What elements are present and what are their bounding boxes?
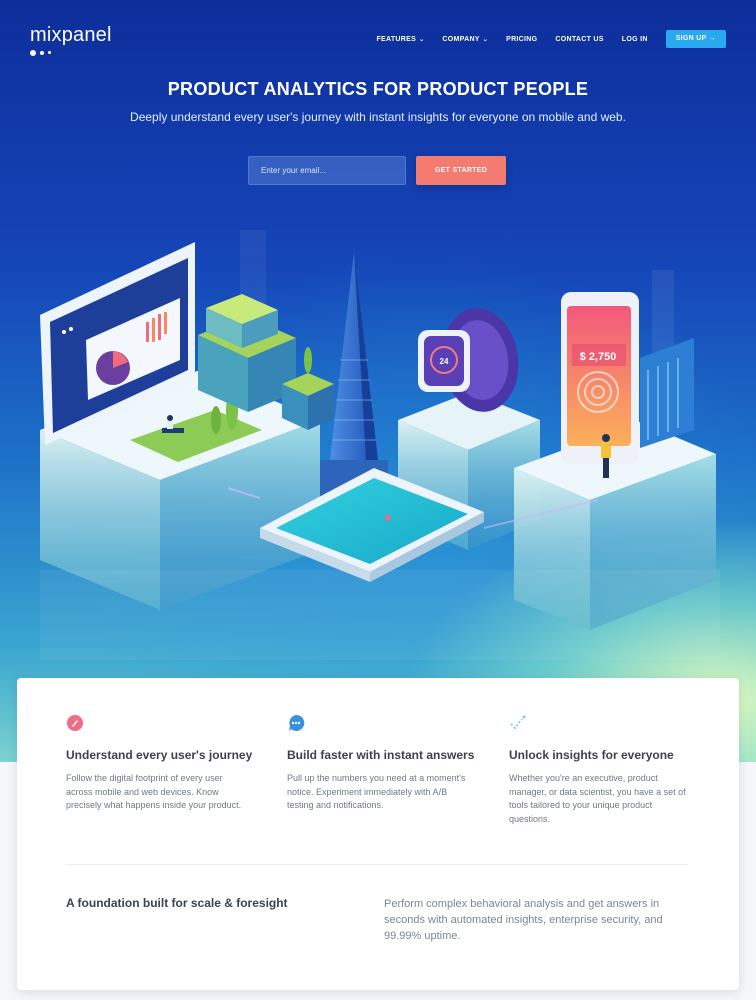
checkmark-icon: [510, 715, 526, 730]
pen-icon: [67, 715, 83, 731]
get-started-button[interactable]: GET STARTED: [416, 156, 506, 185]
nav-contact-us[interactable]: CONTACT US: [555, 36, 603, 43]
nav-label: COMPANY: [442, 35, 480, 43]
feature-title: Understand every user's journey: [66, 748, 253, 762]
watch-value: 24: [440, 357, 449, 366]
foundation-description: Perform complex behavioral analysis and …: [384, 898, 663, 942]
logo-text: mixpanel: [30, 24, 112, 46]
feature-description: Pull up the numbers you need at a moment…: [287, 773, 466, 810]
feature-title: Unlock insights for everyone: [509, 748, 674, 762]
nav-label: LOG IN: [621, 35, 648, 43]
hero-subtitle: Deeply understand every user's journey w…: [130, 110, 626, 124]
phone-value: $ 2,750: [580, 351, 617, 363]
logo-dots: [30, 44, 55, 62]
foundation-title: A foundation built for scale & foresight: [66, 896, 288, 910]
hero-illustration: 24 $ 2,750: [40, 230, 720, 660]
nav-company[interactable]: COMPANY ⌄: [442, 36, 488, 43]
features-card: Understand every user's journey Follow t…: [17, 678, 739, 990]
feature-description: Whether you're an executive, product man…: [509, 773, 686, 824]
nav-log-in[interactable]: LOG IN: [622, 36, 648, 43]
chat-icon: [289, 714, 305, 731]
email-input[interactable]: Enter your email...: [248, 156, 406, 185]
hero-title: PRODUCT ANALYTICS FOR PRODUCT PEOPLE: [167, 79, 589, 99]
nav-features[interactable]: FEATURES ⌄: [376, 36, 424, 43]
feature-title: Build faster with instant answers: [287, 748, 475, 762]
chevron-down-icon: ⌄: [419, 36, 425, 43]
nav-pricing[interactable]: PRICING: [506, 36, 537, 43]
feature-description: Follow the digital footprint of every us…: [66, 773, 242, 810]
sign-up-button[interactable]: SIGN UP →: [665, 30, 726, 48]
logo[interactable]: mixpanel: [30, 24, 120, 56]
chevron-down-icon: ⌄: [482, 36, 489, 43]
nav-label: FEATURES: [376, 35, 417, 43]
nav-label: PRICING: [506, 35, 538, 43]
top-nav: FEATURES ⌄ COMPANY ⌄ PRICING CONTACT US …: [358, 30, 726, 48]
divider: [66, 864, 688, 865]
nav-label: CONTACT US: [555, 35, 604, 43]
